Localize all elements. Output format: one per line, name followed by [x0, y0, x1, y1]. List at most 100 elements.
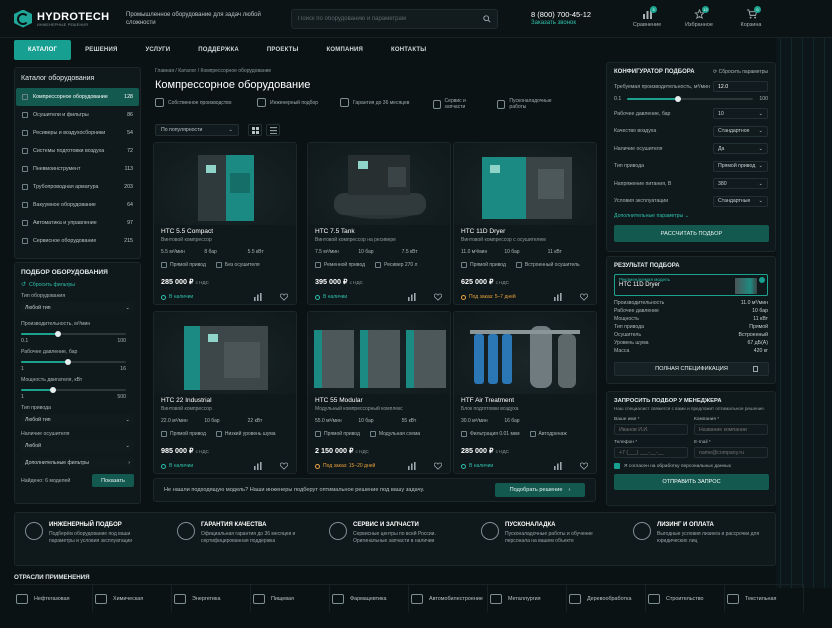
catalog-item[interactable]: Компрессорное оборудование 128 — [16, 88, 139, 106]
product-card[interactable]: HTC 55 Modular Модульный компрессорный ко… — [307, 311, 451, 474]
slider-thumb[interactable] — [674, 95, 681, 102]
compare-icon[interactable] — [408, 462, 416, 470]
compare-icon[interactable] — [408, 293, 416, 301]
heart-icon[interactable] — [280, 462, 288, 470]
slider-thumb[interactable] — [49, 386, 56, 393]
recommended-card[interactable]: Рекомендуемая модель HTC 11D Dryer — [614, 274, 768, 296]
config-select[interactable]: Стандартное ⌄ — [713, 125, 768, 137]
product-image[interactable] — [454, 143, 597, 225]
catalog-item[interactable]: Осушители и фильтры 86 — [16, 106, 139, 124]
pressure-slider[interactable] — [21, 358, 126, 365]
calculate-button[interactable]: Рассчитать подбор — [614, 225, 769, 242]
nav-support[interactable]: Поддержка — [184, 40, 253, 60]
logo[interactable]: HYDROTECH инженерные решения — [14, 9, 126, 28]
compare-button[interactable]: 3 Сравнение — [621, 6, 673, 28]
compare-icon[interactable] — [554, 462, 562, 470]
show-button[interactable]: Показать — [92, 474, 134, 487]
type-select[interactable]: Любой тип ⌄ — [21, 302, 134, 313]
find-solution-button[interactable]: Подобрать решение › — [495, 483, 585, 497]
grid-view-button[interactable] — [248, 124, 262, 136]
dryer-select[interactable]: Любой ⌄ — [21, 440, 134, 451]
product-image[interactable] — [154, 143, 297, 225]
power-slider[interactable] — [21, 386, 126, 393]
nav-catalog[interactable]: Каталог — [14, 40, 72, 60]
drive-select[interactable]: Любой тип ⌄ — [21, 414, 134, 425]
config-select[interactable]: Да ⌄ — [713, 143, 768, 154]
product-card[interactable]: HTC 5.5 Compact Винтовой компрессор 5.5 м³… — [153, 142, 297, 305]
industry-item[interactable]: Энергетика — [172, 585, 251, 612]
catalog-item[interactable]: Вакуумное оборудование 64 — [16, 196, 139, 214]
config-select[interactable]: Прямой привод ⌄ — [713, 160, 768, 172]
config-select[interactable]: Стандартные ⌄ — [713, 195, 768, 207]
send-request-button[interactable]: Отправить запрос — [614, 474, 769, 490]
heart-icon[interactable] — [280, 293, 288, 301]
name-input[interactable] — [614, 424, 688, 435]
product-image[interactable] — [154, 312, 297, 394]
nav-contacts[interactable]: Контакты — [377, 40, 440, 60]
nav-services[interactable]: Услуги — [131, 40, 184, 60]
heart-icon[interactable] — [580, 462, 588, 470]
product-name[interactable]: HTC 22 Industrial — [161, 397, 212, 404]
product-name[interactable]: HTC 55 Modular — [315, 397, 363, 404]
perf-slider[interactable] — [21, 330, 126, 337]
industry-item[interactable]: Строительство — [646, 585, 725, 612]
phone-input[interactable] — [614, 447, 688, 458]
nav-company[interactable]: Компания — [313, 40, 378, 60]
product-card[interactable]: HTC 22 Industrial Винтовой компрессор 22.0… — [153, 311, 297, 474]
product-name[interactable]: HTC 5.5 Compact — [161, 228, 213, 235]
compare-icon[interactable] — [254, 293, 262, 301]
favorites-button[interactable]: 12 Избранное — [673, 6, 725, 28]
full-spec-button[interactable]: Полная спецификация — [614, 362, 769, 376]
consent-checkbox[interactable] — [614, 463, 620, 469]
product-name[interactable]: HTC 11D Dryer — [461, 228, 505, 235]
industry-item[interactable]: Металлургия — [488, 585, 567, 612]
product-name[interactable]: HTC 7.5 Tank — [315, 228, 355, 235]
breadcrumb[interactable]: Главная / Каталог / Компрессорное оборуд… — [155, 68, 271, 74]
product-image[interactable] — [308, 143, 451, 225]
product-card[interactable]: HTC 11D Dryer Винтовой компрессор с осуши… — [453, 142, 597, 305]
callback-link[interactable]: Заказать звонок — [531, 19, 611, 28]
email-input[interactable] — [694, 447, 768, 458]
industry-item[interactable]: Деревообработка — [567, 585, 646, 612]
sort-select[interactable]: По популярности ⌄ — [155, 124, 239, 136]
extra-filters-toggle[interactable]: Дополнительные фильтры › — [21, 457, 134, 468]
industry-item[interactable]: Текстильная — [725, 585, 804, 612]
industry-item[interactable]: Автомобилестроение — [409, 585, 488, 612]
reset-filters-link[interactable]: ↺ Сбросить фильтры — [21, 281, 134, 289]
compare-icon[interactable] — [554, 293, 562, 301]
cart-button[interactable]: 0 Корзина — [725, 6, 777, 28]
phone-number[interactable]: 8 (800) 700-45-12 — [531, 10, 611, 19]
product-image[interactable] — [308, 312, 451, 394]
cfg-perf-slider[interactable] — [627, 95, 754, 102]
compare-icon[interactable] — [254, 462, 262, 470]
heart-icon[interactable] — [434, 293, 442, 301]
product-card[interactable]: HTC 7.5 Tank Винтовой компрессор на ресив… — [307, 142, 451, 305]
reset-params-link[interactable]: ⟳ Сбросить параметры — [713, 69, 768, 75]
extra-params-link[interactable]: Дополнительные параметры ⌄ — [614, 213, 768, 219]
catalog-item[interactable]: Ресиверы и воздухосборники 54 — [16, 124, 139, 142]
product-name[interactable]: HTF Air Treatment — [461, 397, 514, 404]
heart-icon[interactable] — [434, 462, 442, 470]
config-select[interactable]: 10 ⌄ — [713, 108, 768, 119]
catalog-item[interactable]: Автоматика и управление 97 — [16, 214, 139, 232]
industry-item[interactable]: Нефтегазовая — [14, 585, 93, 612]
cfg-perf-input[interactable] — [713, 81, 768, 92]
list-view-button[interactable] — [266, 124, 280, 136]
slider-thumb[interactable] — [65, 358, 72, 365]
product-image[interactable] — [454, 312, 597, 394]
search-icon[interactable] — [483, 14, 491, 23]
catalog-item[interactable]: Сервисное оборудование 215 — [16, 232, 139, 250]
config-select[interactable]: 380 ⌄ — [713, 178, 768, 189]
catalog-item[interactable]: Системы подготовки воздуха 72 — [16, 142, 139, 160]
industry-item[interactable]: Химическая — [93, 585, 172, 612]
search-input[interactable] — [298, 15, 468, 22]
company-input[interactable] — [694, 424, 768, 435]
slider-thumb[interactable] — [54, 330, 61, 337]
catalog-item[interactable]: Трубопроводная арматура 203 — [16, 178, 139, 196]
heart-icon[interactable] — [580, 293, 588, 301]
industry-item[interactable]: Фармацевтика — [330, 585, 409, 612]
industry-item[interactable]: Пищевая — [251, 585, 330, 612]
nav-solutions[interactable]: Решения — [71, 40, 131, 60]
product-card[interactable]: HTF Air Treatment Блок подготовки воздуха… — [453, 311, 597, 474]
catalog-item[interactable]: Пневмоинструмент 113 — [16, 160, 139, 178]
